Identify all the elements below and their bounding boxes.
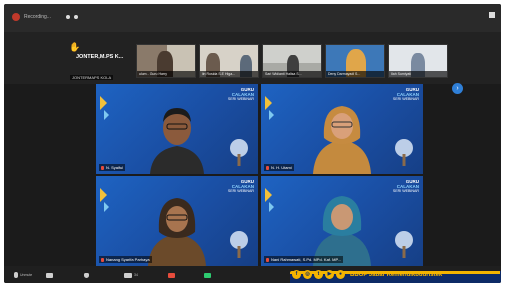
participants-button[interactable]: 34 xyxy=(124,271,138,279)
webinar-banner: GURU CALAKAN SERI WEBINAR xyxy=(227,87,254,101)
raised-hand-icon: ✋ xyxy=(69,42,81,52)
thumbnail-1[interactable]: ulum - Guru Harry xyxy=(136,44,196,78)
security-icon xyxy=(84,272,89,278)
thumbnail-name: Ilah Sumiyati xyxy=(389,71,447,77)
instagram-icon: ◎ xyxy=(303,270,312,279)
thumbnail-3[interactable]: Sari Widianti Halisa S... xyxy=(262,44,322,78)
self-view-tile[interactable] xyxy=(10,38,70,82)
zoom-meeting-window: Recording... ✋ JONTER,M.PS K... JONTERMA… xyxy=(4,4,501,283)
twitter-icon: t xyxy=(314,270,323,279)
video-tile-2[interactable]: GURU CALAKAN SERI WEBINAR N. H. Utami xyxy=(261,84,423,174)
webinar-banner: GURU CALAKAN SERI WEBINAR xyxy=(392,179,419,193)
tree-logo-icon xyxy=(395,231,413,258)
muted-microphone-icon xyxy=(266,165,269,170)
participant-name-tag: Nani Rahmawati, S.Pd. MPd. Kaf. MP... xyxy=(264,256,343,263)
video-button[interactable] xyxy=(46,271,53,279)
mute-button[interactable]: Unmute xyxy=(14,271,32,279)
video-tile-3[interactable]: GURU CALAKAN SERI WEBINAR Nanang Syarifa… xyxy=(96,176,258,266)
webinar-banner: GURU CALAKAN SERI WEBINAR xyxy=(227,179,254,193)
muted-microphone-icon xyxy=(101,257,104,262)
recording-indicator: Recording... xyxy=(12,13,51,21)
muted-microphone-icon xyxy=(266,257,269,262)
top-bar: Recording... xyxy=(4,4,501,32)
self-avatar xyxy=(10,38,70,82)
participants-icon xyxy=(124,272,132,278)
security-button[interactable] xyxy=(84,271,89,279)
thumbnail-4[interactable]: Deny Darmayadi S... xyxy=(325,44,385,78)
participant-name: Nani Rahmawati, S.Pd. MPd. Kaf. MP... xyxy=(271,257,341,262)
participant-name-tag: N. Syaiful xyxy=(99,164,126,171)
share-screen-button[interactable] xyxy=(204,271,211,279)
video-tile-4-active-speaker[interactable]: GURU CALAKAN SERI WEBINAR Nani Rahmawati… xyxy=(261,176,423,266)
facebook-icon: f xyxy=(292,270,301,279)
participant-name: N. H. Utami xyxy=(271,165,292,170)
arrow-decoration-icon xyxy=(104,202,109,212)
participant-video xyxy=(150,108,204,174)
youtube-icon: ▶ xyxy=(325,270,334,279)
chevron-right-icon: › xyxy=(456,85,459,92)
arrow-decoration-icon xyxy=(269,110,274,120)
thumbnail-name: iin Rosida S.E Higa... xyxy=(200,71,258,77)
thumbnail-2[interactable]: iin Rosida S.E Higa... xyxy=(199,44,259,78)
arrow-decoration-icon xyxy=(269,202,274,212)
chat-button[interactable] xyxy=(168,271,175,279)
participant-name-tag: Nanang Syarifa Parhaya xyxy=(99,256,152,263)
social-icons: f ◎ t ▶ ● xyxy=(292,270,345,279)
window-controls[interactable] xyxy=(66,15,78,19)
tree-logo-icon xyxy=(230,139,248,166)
next-page-button[interactable]: › xyxy=(452,83,463,94)
share-icon xyxy=(204,272,211,278)
recording-dot-icon xyxy=(12,13,20,21)
website-icon: ● xyxy=(336,270,345,279)
thumbnail-name: Sari Widianti Halisa S... xyxy=(263,71,321,77)
thumbnail-name: Deny Darmayadi S... xyxy=(326,71,384,77)
arrow-decoration-icon xyxy=(104,110,109,120)
muted-microphone-icon xyxy=(101,165,104,170)
microphone-icon xyxy=(14,272,18,278)
thumbnail-name: ulum - Guru Harry xyxy=(137,71,195,77)
recording-label: Recording... xyxy=(24,14,51,20)
participant-strip: ✋ JONTER,M.PS K... JONTERMAPS KOLA ulum … xyxy=(4,32,501,94)
arrow-decoration-icon xyxy=(100,188,107,202)
tree-logo-icon xyxy=(395,139,413,166)
participant-video xyxy=(313,106,371,174)
video-icon xyxy=(46,272,53,278)
chat-icon xyxy=(168,272,175,278)
participant-name: N. Syaiful xyxy=(106,165,124,170)
arrow-decoration-icon xyxy=(265,96,272,110)
self-name-tag: JONTERMAPS KOLA xyxy=(70,75,114,80)
branding-text: BBGP Jabar Kemendikbudristek xyxy=(350,272,443,278)
thumbnail-5[interactable]: Ilah Sumiyati xyxy=(388,44,448,78)
arrow-decoration-icon xyxy=(100,96,107,110)
video-tile-1[interactable]: GURU CALAKAN SERI WEBINAR N. Syaiful xyxy=(96,84,258,174)
participant-video xyxy=(313,196,371,266)
self-name-label: JONTER,M.PS K... xyxy=(76,54,124,60)
participant-name: Nanang Syarifa Parhaya xyxy=(106,257,150,262)
tree-logo-icon xyxy=(230,231,248,258)
webinar-banner: GURU CALAKAN SERI WEBINAR xyxy=(392,87,419,101)
close-icon[interactable] xyxy=(489,12,495,18)
participant-video xyxy=(148,198,206,266)
participant-name-tag: N. H. Utami xyxy=(264,164,294,171)
arrow-decoration-icon xyxy=(265,188,272,202)
